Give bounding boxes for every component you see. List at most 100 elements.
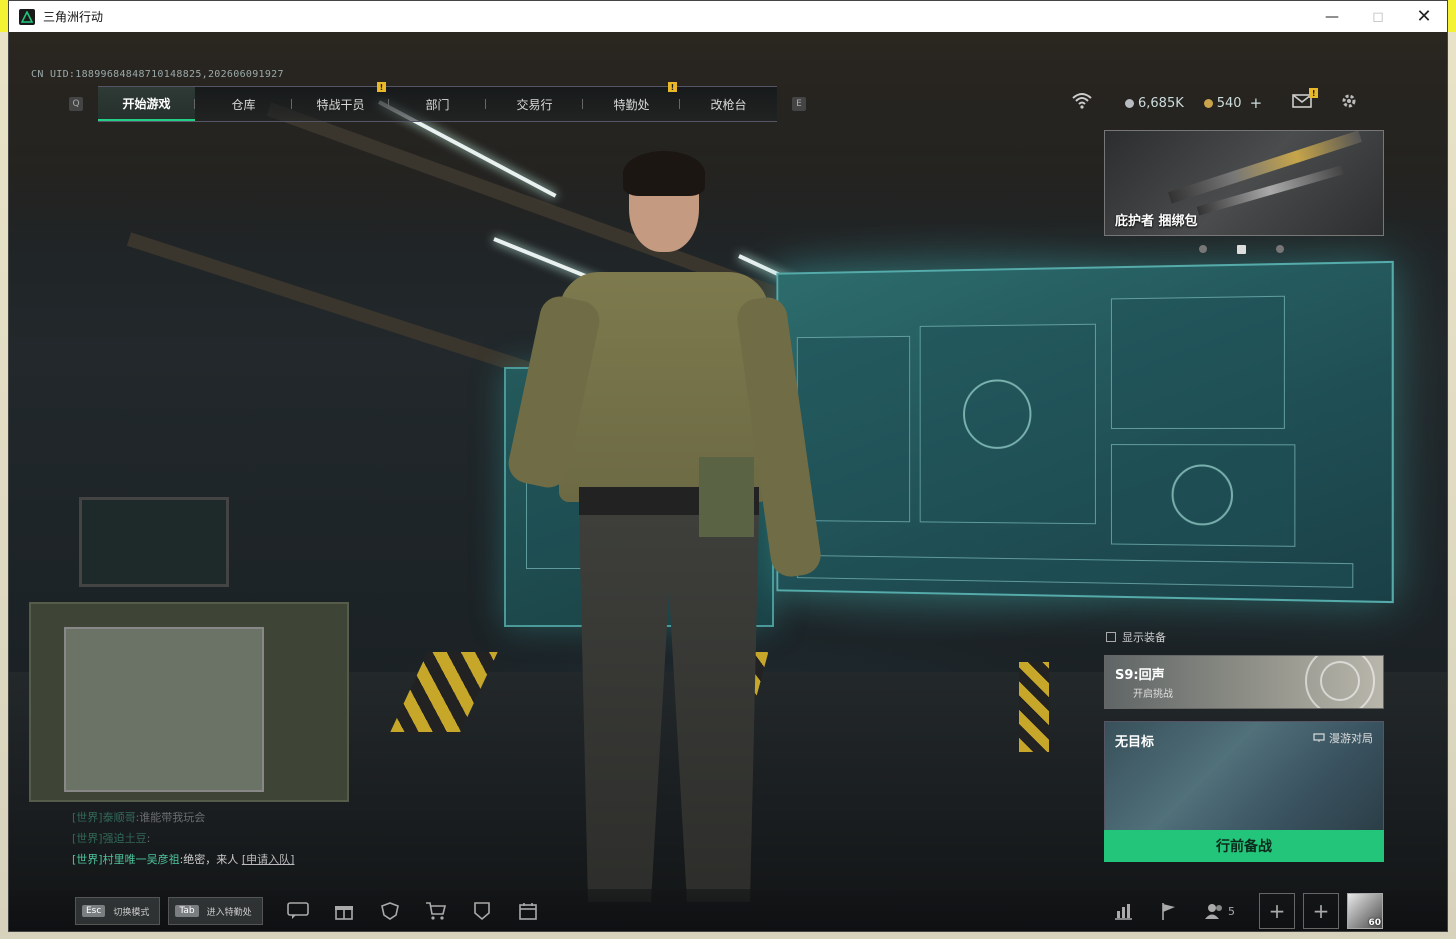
invite-slot-1[interactable]: + [1259,893,1295,929]
mode-tag: 漫游对局 [1313,730,1373,746]
tab-department[interactable]: 部门 [389,87,486,121]
cart-icon[interactable] [425,900,447,922]
tab-label: 特战干员 [316,96,364,113]
promo-dot[interactable] [1199,245,1207,253]
promo-label: 庇护者 捆绑包 [1115,210,1198,229]
bottom-bar: Esc 切换模式 Tab 进入特勤处 5 + + 60 [9,889,1448,932]
game-window: 三角洲行动 — ◻ ✕ CN UID:18899684848710148825,… [8,0,1448,932]
chat-text: :谁能带我玩会 [136,811,206,824]
maximize-button[interactable]: ◻ [1355,1,1401,32]
settings-button[interactable] [1340,92,1358,114]
wifi-icon [1071,92,1093,114]
tab-gunsmith[interactable]: 改枪台 [680,87,777,121]
close-button[interactable]: ✕ [1401,1,1447,32]
show-equipment-toggle[interactable]: 显示装备 [1106,629,1166,645]
window-title: 三角洲行动 [43,8,103,25]
tab-special-service[interactable]: 特勤处! [583,87,680,121]
friends-icon [1204,902,1224,920]
mail-button[interactable]: ! [1292,94,1312,112]
season-subtitle: 开启挑战 [1133,685,1173,700]
top-navigation: Q 开始游戏 仓库 特战干员! 部门 交易行 特勤处! 改枪台 E [69,86,806,122]
invite-slot-2[interactable]: + [1303,893,1339,929]
season-banner[interactable]: S9:回声 开启挑战 [1104,655,1384,709]
gear-icon [1340,92,1358,110]
chat-message: [世界]村里唯一吴彦祖:绝密，来人 [申请入队] [72,849,294,870]
character-legs [579,512,759,902]
chat-sender[interactable]: 强迫土豆 [103,832,147,845]
notification-badge: ! [668,82,677,92]
chat-channel: [世界] [72,853,103,866]
mode-title: 无目标 [1115,731,1154,750]
silver-coin-icon [1125,99,1134,108]
nav-next-key[interactable]: E [792,97,806,111]
flag-icon[interactable] [1158,900,1180,922]
chat-channel: [世界] [72,832,103,845]
checkbox[interactable] [1106,632,1116,642]
gift-icon[interactable] [333,900,355,922]
radio-equipment [64,627,264,792]
window-titlebar[interactable]: 三角洲行动 — ◻ ✕ [9,1,1448,32]
friends-button[interactable]: 5 [1204,900,1235,922]
chat-message: [世界]强迫土豆: [72,828,294,849]
player-uid: CN UID:18899684848710148825,202606091927 [31,69,284,80]
chat-message: [世界]泰顺哥:谁能带我玩会 [72,807,294,828]
avatar-level: 60 [1368,918,1381,928]
prepare-button[interactable]: 行前备战 [1104,830,1384,862]
gold-amount: 540 [1217,96,1242,111]
operator-character [519,157,819,917]
app-icon [19,9,35,25]
badge-icon[interactable] [471,900,493,922]
game-scene: CN UID:18899684848710148825,202606091927… [9,32,1448,932]
tab-label: 部门 [425,96,449,113]
silver-amount: 6,685K [1138,96,1184,111]
enter-special-service-button[interactable]: Tab 进入特勤处 [168,897,262,925]
chat-sender[interactable]: 村里唯一吴彦祖 [103,853,180,866]
tab-label: 特勤处 [613,96,649,113]
mail-badge: ! [1309,88,1318,98]
nav-tabs: 开始游戏 仓库 特战干员! 部门 交易行 特勤处! 改枪台 [98,86,777,122]
gold-coin-icon [1204,99,1213,108]
promo-dot[interactable] [1276,245,1284,253]
esc-key: Esc [82,905,105,917]
gold-currency[interactable]: 540 + [1204,94,1262,112]
rifle-image [1197,166,1344,216]
stats-icon[interactable] [1112,900,1134,922]
nav-prev-key[interactable]: Q [69,97,83,111]
switch-mode-label: 切换模式 [113,905,149,918]
promo-dot-active[interactable] [1237,245,1246,254]
screen-radar-circle [963,379,1031,449]
join-team-link[interactable]: [申请入队] [242,853,295,866]
season-title: S9:回声 [1115,664,1165,683]
add-currency-button[interactable]: + [1250,94,1263,112]
screen-tabbar [797,555,1353,588]
chat-text: :绝密，来人 [180,853,239,866]
promo-banner[interactable]: 庇护者 捆绑包 [1104,130,1384,236]
tab-label: 开始游戏 [122,95,170,112]
tab-warehouse[interactable]: 仓库 [195,87,292,121]
screen-drone-panel [1111,296,1285,429]
chat-log: [世界]泰顺哥:谁能带我玩会 [世界]强迫土豆: [世界]村里唯一吴彦祖:绝密，… [72,807,294,870]
calendar-icon[interactable] [517,900,539,922]
character-pouch [699,457,754,537]
minimize-button[interactable]: — [1309,1,1355,32]
tab-start-game[interactable]: 开始游戏 [98,87,195,121]
shield-icon[interactable] [379,900,401,922]
tactical-screen-main [776,261,1393,603]
status-area: 6,685K 540 + ! [1071,92,1358,114]
tab-label: 改枪台 [710,96,746,113]
avatar-slot[interactable]: 60 [1347,893,1383,929]
tab-operators[interactable]: 特战干员! [292,87,389,121]
tab-label: 仓库 [231,96,255,113]
tab-trade[interactable]: 交易行 [486,87,583,121]
hazard-stripe [1019,662,1049,752]
tab-key: Tab [175,905,198,917]
mode-card[interactable]: 无目标 漫游对局 [1104,721,1384,831]
bottom-right-group: 5 + + 60 [1088,896,1383,926]
character-hair [623,151,705,196]
chat-sender[interactable]: 泰顺哥 [103,811,136,824]
switch-mode-button[interactable]: Esc 切换模式 [75,897,160,925]
show-equipment-label: 显示装备 [1122,629,1166,645]
laptop-prop [79,497,229,587]
chat-text: : [147,832,151,845]
chat-icon[interactable] [287,900,309,922]
